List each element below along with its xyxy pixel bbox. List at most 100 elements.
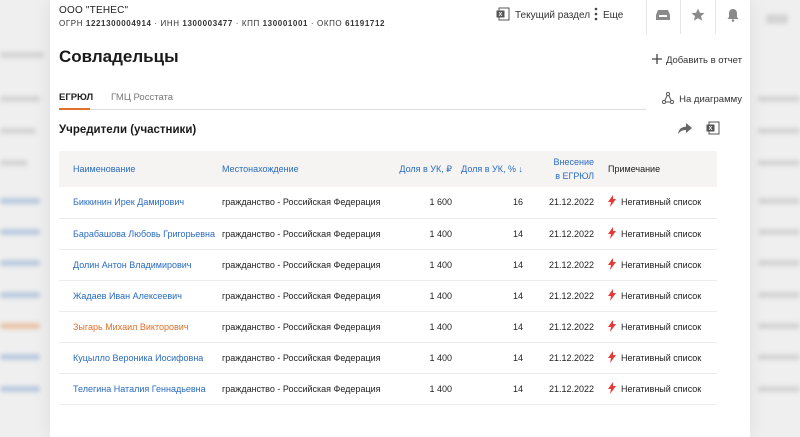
- background-blur: [758, 323, 800, 329]
- table-row: Долин Антон Владимирович гражданство - Ро…: [59, 249, 717, 280]
- column-header-note: Примечание: [608, 164, 661, 174]
- excel-export-icon[interactable]: X: [706, 121, 720, 140]
- section-title: Учредители (участники): [59, 124, 197, 136]
- added-date-value: 21.12.2022: [548, 197, 594, 208]
- tab-gmc-rosstat[interactable]: ГМЦ Росстата: [111, 92, 173, 103]
- page-title: Совладельцы: [59, 47, 179, 66]
- note-cell: Негативный список: [594, 280, 717, 311]
- founder-name-link[interactable]: Зыгарь Михаил Викторович: [59, 311, 222, 342]
- column-header-added[interactable]: Внесение в ЕГРЮЛ: [523, 151, 595, 187]
- share-pct-value: 14: [512, 259, 523, 270]
- kpp-value: 130001001: [262, 19, 309, 28]
- negative-list-badge[interactable]: Негативный список: [608, 350, 717, 365]
- negative-list-badge[interactable]: Негативный список: [608, 226, 717, 241]
- founder-name-link[interactable]: Жадаев Иван Алексеевич: [59, 280, 222, 311]
- table-header-row: Наименование Местонахождение Доля в УК, …: [59, 151, 717, 187]
- tab-egrul[interactable]: ЕГРЮЛ: [59, 92, 93, 103]
- table-row: Зыгарь Михаил Викторович гражданство - Ро…: [59, 311, 717, 342]
- lightning-icon: [608, 226, 616, 241]
- kpp-label: КПП: [241, 19, 260, 28]
- negative-list-badge[interactable]: Негативный список: [608, 381, 717, 396]
- negative-list-badge[interactable]: Негативный список: [608, 319, 717, 334]
- to-diagram-button[interactable]: На диаграмму: [662, 91, 742, 107]
- company-header: ООО "ТЕНЕС" ОГРН 1221300004914 · ИНН 130…: [50, 0, 750, 34]
- ogrn-label: ОГРН: [59, 19, 84, 28]
- current-section-button[interactable]: X Текущий раздел: [496, 7, 590, 24]
- add-to-report-label: Добавить в отчет: [665, 55, 742, 66]
- founders-table: Наименование Местонахождение Доля в УК, …: [59, 151, 717, 405]
- background-blur: [0, 386, 40, 392]
- star-icon: [691, 8, 705, 27]
- coowners-panel: ООО "ТЕНЕС" ОГРН 1221300004914 · ИНН 130…: [50, 0, 750, 437]
- founder-name-link[interactable]: Куцылло Вероника Иосифовна: [59, 342, 222, 373]
- share-icon[interactable]: [678, 122, 692, 140]
- share-pct-value: 16: [512, 197, 523, 208]
- lightning-icon: [608, 195, 616, 209]
- background-blur: [0, 229, 40, 235]
- favorite-button[interactable]: [685, 4, 711, 30]
- column-header-added-line2: в ЕГРЮЛ: [555, 171, 594, 181]
- inn-label: ИНН: [160, 19, 180, 28]
- founder-name-link[interactable]: Барабашова Любовь Григорьевна: [59, 218, 222, 249]
- note-cell: Негативный список: [594, 373, 717, 404]
- negative-list-label: Негативный список: [621, 197, 702, 208]
- note-cell: Негативный список: [594, 311, 717, 342]
- lightning-icon: [608, 319, 616, 334]
- excel-icon: X: [496, 7, 510, 24]
- background-blur: [766, 14, 788, 24]
- share-rub-value: 1 400: [429, 352, 452, 363]
- background-blur: [0, 160, 28, 166]
- background-blur: [0, 52, 44, 58]
- negative-list-badge[interactable]: Негативный список: [608, 257, 717, 272]
- founder-name-link[interactable]: Долин Антон Владимирович: [59, 249, 222, 280]
- toolbar-divider: [715, 0, 716, 34]
- share-pct-value: 14: [512, 352, 523, 363]
- inbox-button[interactable]: [650, 4, 676, 30]
- column-header-name[interactable]: Наименование: [59, 151, 222, 187]
- okpo-value: 61191712: [345, 19, 386, 28]
- founder-location: гражданство - Российская Федерация: [222, 197, 381, 208]
- share-rub-value: 1 400: [429, 228, 452, 239]
- add-to-report-button[interactable]: Добавить в отчет: [651, 54, 742, 67]
- negative-list-label: Негативный список: [621, 321, 702, 332]
- background-blur: [0, 323, 40, 329]
- background-blur: [758, 292, 800, 298]
- background-blur: [758, 198, 800, 204]
- column-header-share-rub[interactable]: Доля в УК, ₽: [392, 151, 452, 187]
- background-blur: [0, 128, 36, 134]
- column-header-location[interactable]: Местонахождение: [222, 151, 392, 187]
- share-rub-value: 1 400: [429, 383, 452, 394]
- added-date-value: 21.12.2022: [548, 228, 594, 239]
- tab-gmc-rosstat-label: ГМЦ Росстата: [111, 92, 174, 103]
- background-blur: [758, 386, 800, 392]
- plus-icon: [651, 54, 662, 67]
- lightning-icon: [608, 350, 616, 365]
- lightning-icon: [608, 381, 616, 396]
- negative-list-label: Негативный список: [621, 228, 702, 239]
- added-date-value: 21.12.2022: [548, 321, 594, 332]
- background-blur: [0, 260, 40, 266]
- share-pct-value: 14: [512, 321, 523, 332]
- added-date-value: 21.12.2022: [548, 352, 594, 363]
- background-blur: [0, 96, 40, 102]
- to-diagram-label: На диаграмму: [679, 94, 742, 105]
- added-date-value: 21.12.2022: [548, 259, 594, 270]
- more-button[interactable]: Еще: [594, 7, 623, 24]
- more-vertical-icon: [594, 7, 598, 24]
- note-cell: Негативный список: [594, 218, 717, 249]
- company-name: ООО "ТЕНЕС": [59, 5, 129, 16]
- notifications-button[interactable]: [720, 4, 746, 30]
- founder-name-link[interactable]: Телегина Наталия Геннадьевна: [59, 373, 222, 404]
- svg-text:X: X: [709, 126, 713, 132]
- founder-name-link[interactable]: Биккинин Ирек Дамирович: [59, 187, 222, 218]
- bell-icon: [727, 8, 739, 27]
- share-rub-value: 1 400: [429, 321, 452, 332]
- background-blur: [758, 128, 800, 134]
- note-cell: Негативный список: [594, 249, 717, 280]
- column-header-share-pct[interactable]: Доля в УК, % ↓: [452, 151, 523, 187]
- negative-list-badge[interactable]: Негативный список: [608, 195, 717, 209]
- toolbar-divider: [680, 0, 681, 34]
- added-date-value: 21.12.2022: [548, 383, 594, 394]
- negative-list-badge[interactable]: Негативный список: [608, 288, 717, 303]
- company-identifiers: ОГРН 1221300004914 · ИНН 1300003477 · КП…: [59, 19, 385, 28]
